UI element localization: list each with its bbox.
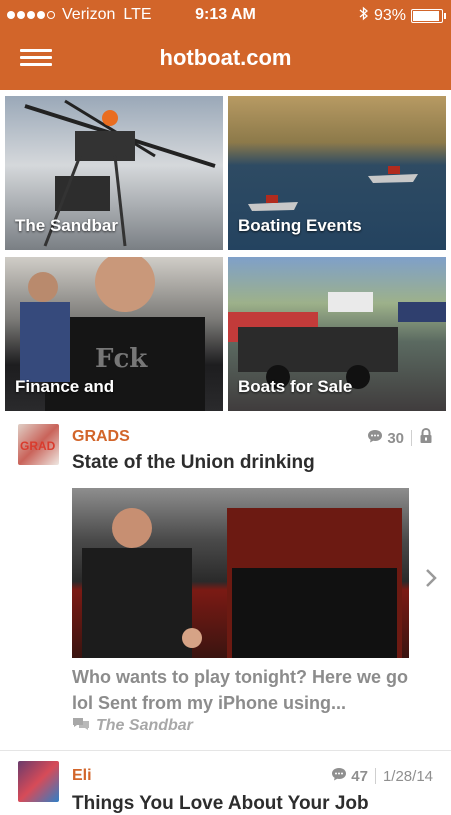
comment-count: 47 bbox=[351, 767, 368, 785]
bottle-photo bbox=[82, 508, 402, 658]
site-title: hotboat.com bbox=[159, 45, 292, 70]
forum-icon bbox=[72, 716, 90, 735]
chevron-right-icon[interactable] bbox=[425, 568, 437, 594]
post-image[interactable] bbox=[72, 488, 409, 658]
post-item[interactable]: GRAD GRADS 30 State of the Union drinkin… bbox=[0, 418, 451, 748]
post-author[interactable]: GRADS bbox=[72, 428, 130, 446]
comment-icon bbox=[367, 429, 383, 447]
tile-the-sandbar[interactable]: The Sandbar bbox=[5, 96, 223, 250]
meta-divider bbox=[374, 768, 376, 784]
svg-text:Fck: Fck bbox=[95, 344, 148, 374]
avatar-image: GRAD bbox=[20, 439, 56, 453]
status-right: 93% bbox=[359, 6, 446, 26]
battery-percent: 93% bbox=[373, 7, 406, 24]
comment-count: 30 bbox=[387, 429, 404, 447]
category-name: The Sandbar bbox=[96, 716, 193, 734]
bluetooth-icon bbox=[359, 6, 368, 26]
forum-category-grid: The Sandbar Boating Events Fck Finance a… bbox=[5, 96, 446, 411]
tile-boats-for-sale[interactable]: Boats for Sale bbox=[228, 257, 446, 411]
tile-label: Boats for Sale bbox=[238, 377, 353, 396]
tile-label: Boating Events bbox=[238, 216, 362, 235]
post-title[interactable]: State of the Union drinking bbox=[72, 452, 433, 474]
post-excerpt[interactable]: Who wants to play tonight? Here we go lo… bbox=[72, 664, 415, 716]
tile-boating-events[interactable]: Boating Events bbox=[228, 96, 446, 250]
app-header: Verizon LTE 9:13 AM 93% hotboat.com bbox=[0, 0, 451, 90]
post-category[interactable]: The Sandbar bbox=[72, 716, 193, 735]
avatar-text: GRAD bbox=[20, 439, 56, 453]
status-bar: Verizon LTE 9:13 AM 93% bbox=[0, 0, 451, 30]
post-item[interactable]: Eli 47 1/28/14 Things You Love About You… bbox=[0, 750, 451, 814]
post-meta: 47 1/28/14 bbox=[331, 767, 433, 785]
post-title[interactable]: Things You Love About Your Job bbox=[72, 793, 433, 815]
lock-icon bbox=[419, 427, 433, 448]
post-author[interactable]: Eli bbox=[72, 767, 92, 785]
comment-icon bbox=[331, 767, 347, 785]
meta-divider bbox=[411, 430, 412, 446]
post-meta: 30 bbox=[367, 427, 433, 448]
tile-finance[interactable]: Fck Finance and bbox=[5, 257, 223, 411]
tile-label: The Sandbar bbox=[15, 216, 118, 235]
post-date: 1/28/14 bbox=[382, 767, 433, 785]
battery-icon bbox=[411, 9, 446, 23]
avatar[interactable] bbox=[18, 761, 59, 802]
avatar[interactable]: GRAD bbox=[18, 424, 59, 465]
tile-label: Finance and bbox=[15, 377, 115, 396]
